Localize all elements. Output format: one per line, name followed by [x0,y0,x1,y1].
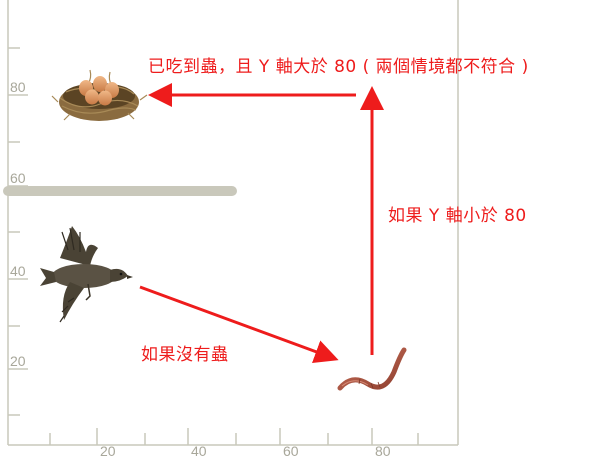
bird-icon [40,226,133,323]
y-tick-label: 80 [10,79,26,95]
stage-canvas: 80 60 40 20 20 40 60 80 已吃到蟲，且 Y 軸大於 80 … [0,0,600,467]
annotation-right: 如果 Y 軸小於 80 [388,206,527,226]
y-tick-label: 60 [10,170,26,186]
y-tick-label: 20 [10,353,26,369]
y-tick-label: 40 [10,263,26,279]
x-tick-label: 60 [283,443,299,459]
x-tick-label: 20 [100,443,116,459]
x-tick-label: 80 [375,443,391,459]
annotation-top: 已吃到蟲，且 Y 軸大於 80 ( 兩個情境都不符合 ) [148,57,529,77]
flow-arrows [139,83,384,364]
annotation-left: 如果沒有蟲 [141,345,229,365]
x-tick-label: 40 [191,443,207,459]
nest-icon [51,69,148,121]
worm-icon [337,347,407,391]
